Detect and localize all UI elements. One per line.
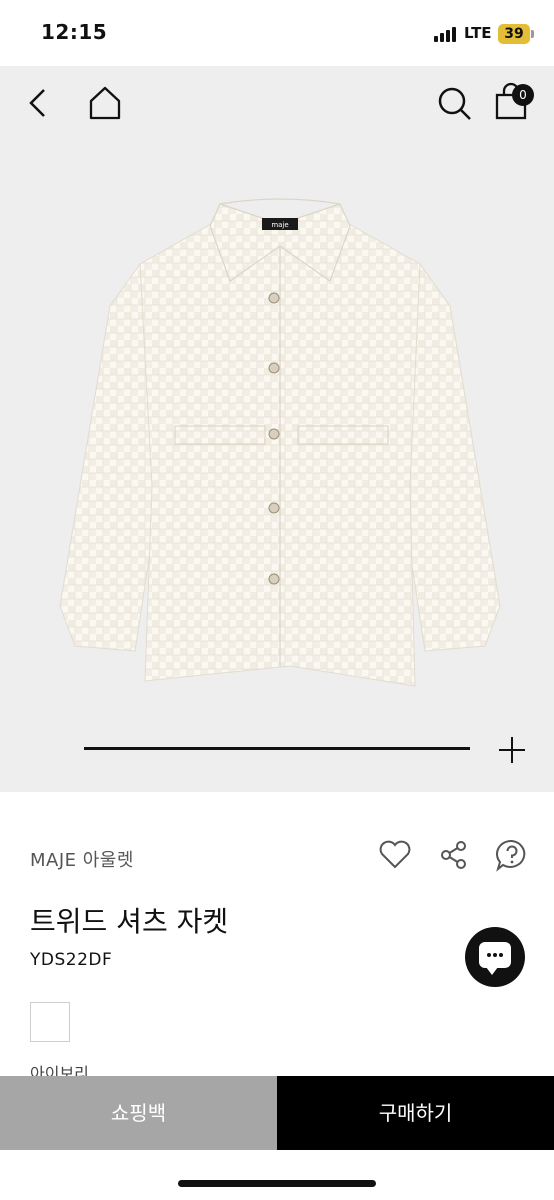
chat-button[interactable] [465,927,525,987]
status-bar: 12:15 LTE 39 [0,0,554,66]
status-time: 12:15 [41,20,108,44]
back-arrow-icon[interactable] [24,86,54,120]
color-swatch[interactable] [30,1002,70,1042]
battery-nub [531,30,534,38]
battery-icon: 39 [498,24,530,44]
heart-icon[interactable] [378,838,412,872]
home-indicator[interactable] [178,1180,376,1187]
brand-name[interactable]: MAJE 아울렛 [30,846,134,872]
signal-icon [434,26,460,42]
buy-now-button[interactable]: 구매하기 [277,1076,554,1150]
search-icon[interactable] [437,86,473,122]
network-type: LTE [464,24,492,42]
product-image: maje [59,198,501,687]
add-to-bag-button[interactable]: 쇼핑백 [0,1076,277,1150]
plus-icon[interactable] [498,736,526,764]
share-icon[interactable] [437,838,471,872]
cart-count-badge: 0 [512,84,534,106]
product-gallery[interactable]: 0 maje [0,66,554,792]
home-icon[interactable] [86,84,124,122]
question-bubble-icon[interactable] [495,838,529,872]
product-code: YDS22DF [30,950,113,970]
gallery-progress-bar [84,747,470,750]
product-name: 트위드 셔츠 자켓 [30,905,229,938]
bottom-safe-area [0,1150,554,1200]
chat-icon [479,942,511,975]
jacket-label: maje [271,221,288,229]
